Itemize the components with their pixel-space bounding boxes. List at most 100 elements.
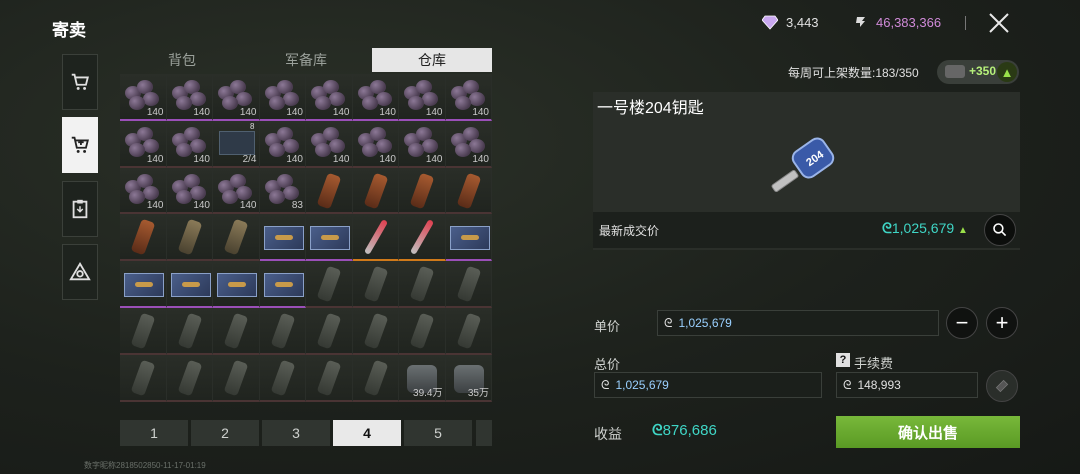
inventory-slot[interactable]: 140 xyxy=(399,120,446,168)
inventory-slot[interactable]: 140 xyxy=(166,74,213,121)
latest-price-label: 最新成交价 xyxy=(599,224,660,238)
grenade-item-icon xyxy=(409,312,435,350)
slot-count: 140 xyxy=(332,153,350,165)
confirm-sell-button[interactable]: 确认出售 xyxy=(836,416,1020,448)
inventory-slot[interactable] xyxy=(213,354,260,402)
inventory-slot[interactable]: 140 xyxy=(352,74,399,121)
faction-tab-button[interactable] xyxy=(62,244,98,300)
inventory-slot[interactable]: 140 xyxy=(213,74,260,121)
inventory-slot[interactable]: 140 xyxy=(306,74,353,121)
inventory-slot[interactable] xyxy=(120,307,167,355)
ore-item-icon xyxy=(264,80,301,110)
inventory-slot[interactable]: 140 xyxy=(120,120,167,168)
ore-item-icon xyxy=(171,126,208,157)
inventory-slot[interactable] xyxy=(259,354,306,402)
inventory-slot[interactable] xyxy=(352,261,399,308)
decrease-price-button[interactable]: − xyxy=(946,307,978,339)
inventory-slot[interactable] xyxy=(352,167,399,215)
inventory-slot[interactable]: 140 xyxy=(120,167,167,215)
inventory-slot[interactable]: 140 xyxy=(445,74,492,121)
cart-icon xyxy=(71,73,89,90)
inventory-slot[interactable] xyxy=(445,214,492,262)
inventory-slot[interactable] xyxy=(166,261,213,308)
close-icon[interactable] xyxy=(984,8,1014,38)
inventory-slot[interactable] xyxy=(306,307,353,355)
increase-price-button[interactable]: + xyxy=(986,307,1018,339)
inventory-slot[interactable]: 140 xyxy=(213,167,260,215)
inventory-slot[interactable] xyxy=(120,261,167,308)
inventory-slot[interactable] xyxy=(399,261,446,308)
inventory-slot[interactable]: 140 xyxy=(445,120,492,168)
inventory-slot[interactable]: 140 xyxy=(306,120,353,168)
inventory-slot[interactable] xyxy=(120,354,167,402)
search-price-button[interactable] xyxy=(984,214,1016,246)
inventory-slot[interactable]: 140 xyxy=(399,74,446,121)
inventory-slot[interactable] xyxy=(445,261,492,308)
inventory-slot[interactable] xyxy=(166,354,213,402)
inventory-slot[interactable] xyxy=(399,214,446,262)
page-button-more[interactable] xyxy=(476,420,492,446)
slot-count: 140 xyxy=(193,106,210,118)
inventory-slot[interactable] xyxy=(399,167,446,215)
slot-count: 140 xyxy=(146,106,164,118)
inventory-slot[interactable]: 140 xyxy=(166,120,213,168)
inventory-slot[interactable] xyxy=(352,214,399,262)
inventory-slot[interactable] xyxy=(213,214,260,262)
unit-price-input[interactable]: ᘓ 1,025,679 xyxy=(657,310,939,336)
inventory-slot[interactable]: 39.4万 xyxy=(399,354,446,402)
grenade-item-icon xyxy=(363,265,388,303)
inventory-slot[interactable] xyxy=(306,214,353,262)
slot-count: 140 xyxy=(193,200,210,212)
grenade-item-icon xyxy=(177,312,202,350)
inventory-slot[interactable]: 140 xyxy=(352,120,399,168)
inventory-slot[interactable] xyxy=(306,261,353,308)
inventory-slot[interactable] xyxy=(445,167,492,215)
page-button-4[interactable]: 4 xyxy=(333,420,401,446)
inventory-slot[interactable] xyxy=(166,214,213,262)
page-button-5[interactable]: 5 xyxy=(404,420,472,446)
tab-backpack[interactable]: 背包 xyxy=(122,48,242,72)
quota-bonus-pill[interactable]: +350 ▲ xyxy=(937,60,1019,84)
syringe-item-icon xyxy=(409,219,435,256)
inventory-slot[interactable]: 140 xyxy=(259,74,306,121)
inventory-slot[interactable] xyxy=(259,214,306,262)
latest-price-value-wrap: ᘓ1,025,679 ▲ xyxy=(882,220,968,237)
grenade-item-icon xyxy=(363,312,388,350)
buy-tab-button[interactable] xyxy=(62,54,98,110)
inventory-slot[interactable]: 140 xyxy=(259,120,306,168)
page-button-2[interactable]: 2 xyxy=(191,420,259,446)
inventory-slot[interactable] xyxy=(213,261,260,308)
inventory-slot[interactable] xyxy=(352,307,399,355)
inventory-slot[interactable] xyxy=(399,307,446,355)
inventory-slot[interactable] xyxy=(306,354,353,402)
grenade-item-icon xyxy=(177,219,202,256)
key-item-icon: 204 xyxy=(771,137,835,193)
inventory-slot[interactable] xyxy=(213,307,260,355)
canister-item-icon xyxy=(456,172,481,209)
inventory-slot[interactable]: 83 xyxy=(259,167,306,215)
slot-count: 140 xyxy=(239,106,257,118)
help-icon[interactable]: ? xyxy=(836,353,850,367)
grenade-item-icon xyxy=(363,359,388,397)
inventory-slot[interactable]: 8 2/4 xyxy=(213,120,260,168)
arrow-up-icon[interactable]: ▲ xyxy=(997,62,1017,82)
inventory-slot[interactable] xyxy=(259,307,306,355)
page-button-1[interactable]: 1 xyxy=(120,420,188,446)
inventory-slot[interactable] xyxy=(259,261,306,308)
fee-ticket-button[interactable] xyxy=(986,370,1018,402)
coin-icon: ᘓ xyxy=(664,315,673,330)
inventory-slot[interactable]: 35万 xyxy=(445,354,492,402)
inventory-slot[interactable] xyxy=(445,307,492,355)
page-button-3[interactable]: 3 xyxy=(262,420,330,446)
records-tab-button[interactable] xyxy=(62,181,98,237)
diamond-amount: 3,443 xyxy=(786,15,819,30)
inventory-slot[interactable]: 140 xyxy=(166,167,213,215)
sell-tab-button[interactable] xyxy=(62,117,98,173)
inventory-slot[interactable] xyxy=(166,307,213,355)
inventory-slot[interactable] xyxy=(120,214,167,262)
inventory-slot[interactable] xyxy=(306,167,353,215)
tab-warehouse[interactable]: 仓库 xyxy=(372,48,492,72)
inventory-slot[interactable]: 140 xyxy=(120,74,167,121)
inventory-slot[interactable] xyxy=(352,354,399,402)
tab-armory[interactable]: 军备库 xyxy=(246,48,366,72)
